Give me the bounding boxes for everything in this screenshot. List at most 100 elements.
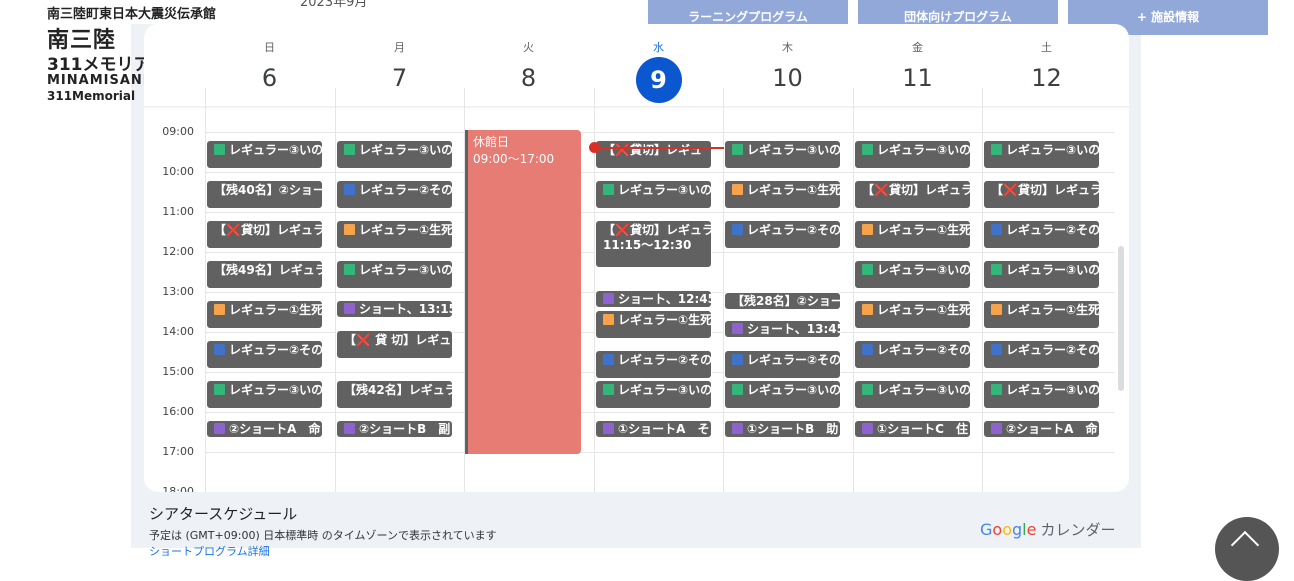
- calendar-event[interactable]: レギュラー①生死: [595, 310, 712, 339]
- hour-gridline: [205, 172, 1114, 173]
- scroll-to-top-button[interactable]: [1215, 517, 1279, 581]
- calendar-event[interactable]: レギュラー②その: [724, 220, 841, 249]
- calendar-event[interactable]: レギュラー①生死: [724, 180, 841, 209]
- calendar-event[interactable]: ショート、12:45: [595, 290, 712, 308]
- event-title: レギュラー①生死: [359, 223, 453, 237]
- calendar-event[interactable]: レギュラー③いの: [336, 140, 453, 169]
- category-color-icon: [603, 314, 614, 325]
- calendar-event[interactable]: レギュラー②その: [595, 350, 712, 379]
- day-number[interactable]: 10: [765, 58, 811, 104]
- category-color-icon: [862, 384, 873, 395]
- calendar-event[interactable]: レギュラー②その: [724, 350, 841, 379]
- day-number[interactable]: 6: [247, 58, 293, 104]
- event-title: ②ショートA 命: [1006, 422, 1098, 436]
- footer-link[interactable]: ショートプログラム詳細: [149, 543, 270, 559]
- calendar-event[interactable]: レギュラー①生死: [336, 220, 453, 249]
- calendar-event[interactable]: レギュラー②その: [336, 180, 453, 209]
- logo-line-4[interactable]: 311Memorial: [47, 89, 135, 103]
- calendar-event[interactable]: レギュラー①生死: [983, 300, 1100, 329]
- calendar-event[interactable]: レギュラー②その: [983, 340, 1100, 369]
- calendar-event[interactable]: レギュラー②その: [854, 340, 971, 369]
- category-color-icon: [603, 293, 614, 304]
- calendar-event[interactable]: レギュラー③いの: [983, 260, 1100, 289]
- calendar-event[interactable]: ②ショートB 副: [336, 420, 453, 438]
- calendar-event[interactable]: 【❌貸切】レギュラ: [983, 180, 1100, 209]
- event-title: ショート、13:45: [747, 322, 841, 336]
- calendar-event[interactable]: ①ショートB 助: [724, 420, 841, 438]
- calendar-event[interactable]: レギュラー③いの: [336, 260, 453, 289]
- calendar-event[interactable]: レギュラー③いの: [854, 260, 971, 289]
- calendar-event[interactable]: 【❌貸切】レギュラ: [854, 180, 971, 209]
- calendar-label: カレンダー: [1040, 521, 1116, 539]
- calendar-event[interactable]: レギュラー②その: [206, 340, 323, 369]
- day-number[interactable]: 11: [895, 58, 941, 104]
- day-header[interactable]: 月7: [335, 40, 464, 104]
- day-header[interactable]: 木 10: [723, 40, 852, 104]
- day-number[interactable]: 8: [506, 58, 552, 104]
- category-color-icon: [732, 423, 743, 434]
- calendar-event[interactable]: レギュラー③いの: [595, 180, 712, 209]
- category-color-icon: [862, 144, 873, 155]
- calendar-scrollbar[interactable]: [1118, 246, 1124, 391]
- calendar-event[interactable]: レギュラー③いの: [983, 140, 1100, 169]
- category-color-icon: [344, 423, 355, 434]
- calendar-event[interactable]: 【残28名】②ショー: [724, 292, 841, 310]
- calendar-event[interactable]: レギュラー③いの: [595, 380, 712, 409]
- category-color-icon: [603, 184, 614, 195]
- day-header[interactable]: 土 12: [982, 40, 1111, 104]
- calendar-event[interactable]: レギュラー③いの: [983, 380, 1100, 409]
- calendar-event[interactable]: レギュラー③いの: [724, 380, 841, 409]
- calendar-event[interactable]: 【❌貸切】レギュ: [595, 140, 712, 169]
- calendar-event[interactable]: レギュラー②その: [983, 220, 1100, 249]
- day-of-week: 火: [523, 41, 534, 54]
- event-title: 【❌ 貸 切】レギュ: [344, 333, 452, 347]
- calendar-event[interactable]: レギュラー③いの: [854, 140, 971, 169]
- event-title: レギュラー②その: [877, 343, 971, 357]
- calendar-event[interactable]: レギュラー③いの: [854, 380, 971, 409]
- calendar-event[interactable]: レギュラー①生死: [854, 300, 971, 329]
- calendar-event[interactable]: レギュラー①生死: [206, 300, 323, 329]
- site-title[interactable]: 南三陸町東日本大震災伝承館: [47, 3, 216, 22]
- time-label: 18:00: [162, 485, 194, 492]
- day-header[interactable]: 火8: [464, 40, 593, 104]
- event-title: レギュラー③いの: [229, 383, 323, 397]
- event-title: ②ショートB 副: [359, 422, 451, 436]
- day-number[interactable]: 7: [377, 58, 423, 104]
- calendar-event[interactable]: レギュラー③いの: [206, 380, 323, 409]
- calendar-event[interactable]: レギュラー①生死: [854, 220, 971, 249]
- calendar-event[interactable]: ②ショートA 命: [206, 420, 323, 438]
- google-calendar-link[interactable]: Google カレンダー: [980, 519, 1115, 540]
- calendar-event[interactable]: ①ショートA そ: [595, 420, 712, 438]
- calendar-event[interactable]: レギュラー③いの: [724, 140, 841, 169]
- calendar-event[interactable]: 【❌ 貸 切】レギュ: [336, 330, 453, 359]
- day-number[interactable]: 9: [635, 57, 682, 103]
- day-header[interactable]: 金 11: [853, 40, 982, 104]
- category-color-icon: [862, 224, 873, 235]
- closed-time: 09:00～17:00: [473, 152, 555, 166]
- category-color-icon: [732, 224, 743, 235]
- calendar-event[interactable]: 【残42名】レギュラ: [336, 380, 453, 409]
- event-title: レギュラー①生死: [877, 303, 971, 317]
- calendar-event[interactable]: 【❌貸切】レギュラ: [206, 220, 323, 249]
- calendar-event[interactable]: ショート、13:45: [724, 320, 841, 338]
- category-color-icon: [862, 304, 873, 315]
- day-header[interactable]: 水9: [594, 40, 723, 103]
- day-number[interactable]: 12: [1024, 58, 1070, 104]
- event-title: レギュラー①生死: [1006, 303, 1100, 317]
- closed-day-event[interactable]: 休館日 09:00～17:00: [465, 130, 581, 454]
- month-label: 2023年9月: [300, 0, 368, 10]
- category-color-icon: [344, 144, 355, 155]
- calendar-event[interactable]: ショート、13:15: [336, 300, 453, 318]
- event-title: レギュラー③いの: [1006, 143, 1100, 157]
- calendar-event[interactable]: レギュラー③いの: [206, 140, 323, 169]
- event-title: レギュラー③いの: [747, 143, 841, 157]
- calendar-event[interactable]: 【残40名】②ショー: [206, 180, 323, 209]
- event-title: 【❌貸切】レギュ: [603, 143, 702, 157]
- calendar-event[interactable]: 【❌貸切】レギュラ 11:15～12:30: [595, 220, 712, 268]
- calendar-event[interactable]: ①ショートC 住: [854, 420, 971, 438]
- category-color-icon: [344, 303, 355, 314]
- calendar-event[interactable]: ②ショートA 命: [983, 420, 1100, 438]
- day-header[interactable]: 日6: [205, 40, 334, 104]
- calendar-event[interactable]: 【残49名】レギュラ: [206, 260, 323, 289]
- category-color-icon: [862, 344, 873, 355]
